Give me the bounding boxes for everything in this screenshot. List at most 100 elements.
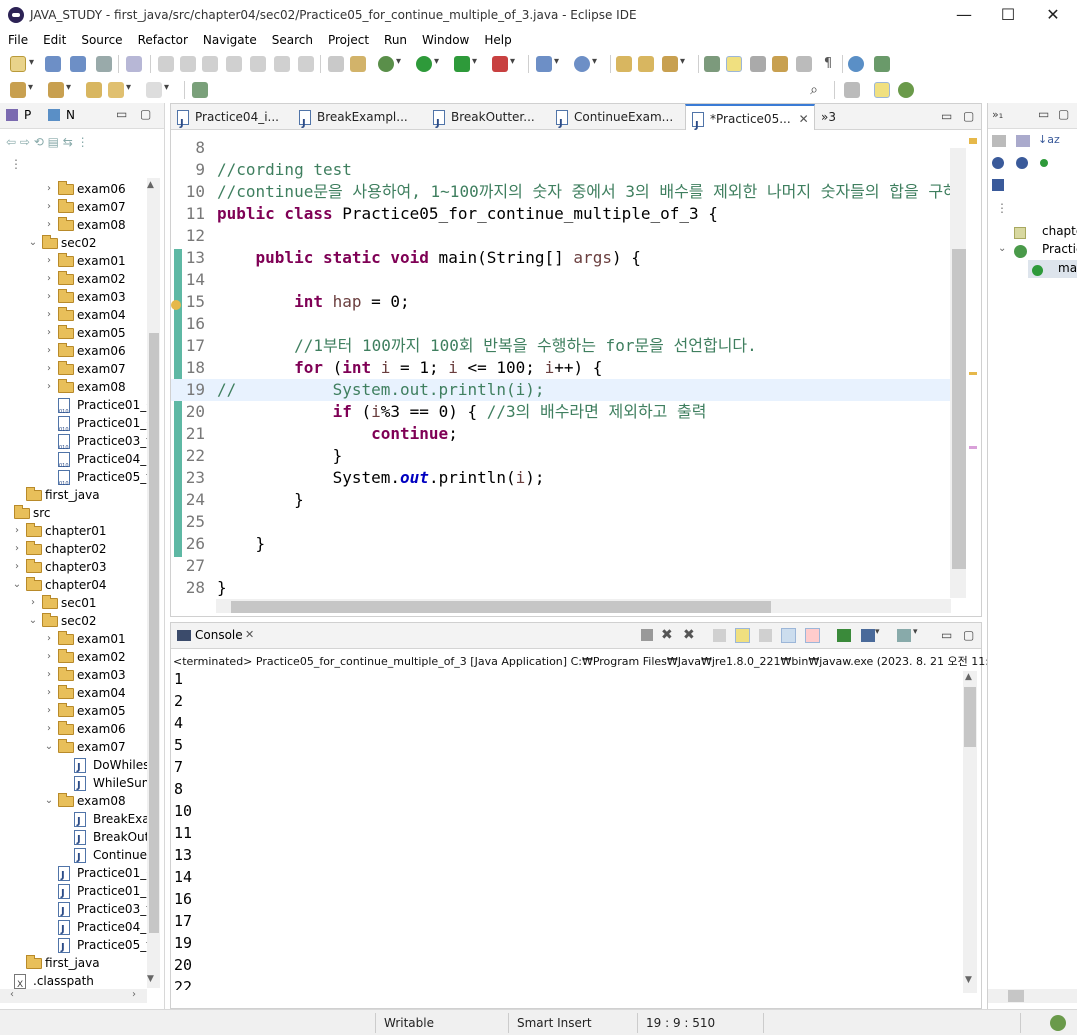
build-icon[interactable] [350, 56, 366, 72]
overview-warning-marker[interactable] [969, 372, 977, 375]
expand-right-icon[interactable]: › [44, 306, 54, 324]
maximize-view-icon[interactable]: ▢ [140, 107, 151, 121]
outline-minimize-icon[interactable]: ▭ [1038, 107, 1049, 121]
open-console-icon[interactable] [897, 629, 911, 642]
scroll-left-icon[interactable]: ‹ [10, 989, 14, 1000]
console-close-icon[interactable]: ✕ [245, 628, 254, 641]
editor-tab[interactable]: ContinueExam... [550, 104, 673, 137]
expand-right-icon[interactable]: › [44, 288, 54, 306]
block-selection-icon[interactable] [750, 56, 766, 72]
expand-down-icon[interactable]: ⌄ [28, 234, 38, 252]
external-tools-icon[interactable] [492, 56, 515, 72]
editor-tab[interactable]: BreakExampl... [293, 104, 411, 137]
tab-navigator[interactable]: N [66, 108, 75, 122]
editor-scroll-thumb[interactable] [952, 249, 966, 569]
expand-down-icon[interactable]: ⌄ [12, 576, 22, 594]
sort-icon[interactable]: ↓az [1038, 133, 1060, 146]
outline-horizontal-scrollbar[interactable] [988, 989, 1077, 1003]
code-line[interactable]: 16 [171, 313, 951, 335]
expand-right-icon[interactable]: › [44, 180, 54, 198]
outline-item-class[interactable]: Practic [1042, 242, 1077, 256]
back-icon[interactable] [108, 82, 131, 98]
menu-run[interactable]: Run [376, 31, 414, 47]
code-line[interactable]: 21 continue; [171, 423, 951, 445]
display-console-icon[interactable] [861, 629, 875, 642]
expand-right-icon[interactable]: › [44, 684, 54, 702]
code-line[interactable]: 17 //1부터 100까지 100회 반복을 수행하는 for문을 선언합니다… [171, 335, 951, 357]
open-type-icon[interactable] [616, 56, 632, 72]
notification-icon[interactable] [1050, 1015, 1066, 1031]
outline-item-package[interactable]: chapte [1042, 224, 1077, 238]
step-into-icon[interactable] [250, 56, 266, 72]
scroll-lock-icon[interactable] [735, 628, 750, 643]
debug-perspective-icon[interactable] [898, 82, 914, 98]
search-tools-icon[interactable] [662, 56, 685, 72]
code-line[interactable]: 24 } [171, 489, 951, 511]
open-perspective-icon[interactable] [844, 82, 860, 98]
run-icon[interactable] [416, 56, 439, 72]
expand-right-icon[interactable]: › [12, 558, 22, 576]
forward-icon[interactable] [146, 82, 169, 98]
word-wrap-icon[interactable] [772, 56, 788, 72]
menu-help[interactable]: Help [476, 31, 518, 47]
remove-all-launches-icon[interactable]: ✖ [683, 627, 695, 643]
minimize-button[interactable]: — [941, 2, 987, 28]
code-line[interactable]: 10 //continue문을 사용하여, 1~100까지의 숫자 중에서 3의 … [171, 181, 951, 203]
code-line[interactable]: 26 } [171, 533, 951, 555]
resume-icon[interactable] [158, 56, 174, 72]
code-line[interactable]: 11 public class Practice05_for_continue_m… [171, 203, 951, 225]
expand-right-icon[interactable]: › [44, 702, 54, 720]
open-task-icon[interactable] [638, 56, 654, 72]
overview-occurrence-marker[interactable] [969, 446, 977, 449]
word-wrap-console-icon[interactable] [759, 629, 772, 642]
editor-tab[interactable]: *Practice05... ✕ [685, 104, 815, 139]
skip-breakpoints-icon[interactable] [126, 56, 142, 72]
previous-annotation-icon[interactable] [48, 82, 71, 98]
expand-right-icon[interactable]: › [44, 666, 54, 684]
menu-search[interactable]: Search [264, 31, 320, 47]
show-whitespace-icon[interactable] [796, 56, 812, 72]
toggle-comment-icon[interactable] [328, 56, 344, 72]
menu-project[interactable]: Project [320, 31, 376, 47]
console-tab[interactable]: Console [195, 628, 243, 642]
console-scroll-thumb[interactable] [964, 687, 976, 747]
clear-console-icon[interactable] [713, 629, 726, 642]
menu-refactor[interactable]: Refactor [130, 31, 195, 47]
close-button[interactable]: ✕ [1030, 2, 1076, 28]
hide-non-public-icon[interactable] [1040, 159, 1048, 167]
outline-maximize-icon[interactable]: ▢ [1058, 107, 1069, 121]
editor-horizontal-thumb[interactable] [231, 601, 771, 613]
expand-right-icon[interactable]: › [44, 630, 54, 648]
editor-tab[interactable]: Practice04_i... [171, 104, 289, 137]
console-scroll-up-icon[interactable]: ▲ [965, 672, 972, 682]
menu-file[interactable]: File [0, 31, 35, 47]
expand-right-icon[interactable]: › [44, 252, 54, 270]
last-edit-location-icon[interactable] [86, 82, 102, 98]
outline-menu-icon[interactable]: ⋮ [996, 201, 1008, 215]
suspend-icon[interactable] [180, 56, 196, 72]
pin-console-icon[interactable] [837, 629, 851, 642]
show-on-error-icon[interactable] [805, 628, 820, 643]
code-area[interactable]: 8 9 //cording test 10 //continue문을 사용하여, 1~1… [171, 137, 951, 599]
expand-right-icon[interactable]: › [44, 378, 54, 396]
editor-tab[interactable]: BreakOutter... [427, 104, 545, 137]
tree-scroll-thumb[interactable] [149, 333, 159, 933]
editor-tabs-overflow[interactable]: »3 [817, 104, 836, 130]
outline-scroll-thumb[interactable] [1008, 990, 1024, 1002]
next-annotation-icon[interactable] [10, 82, 33, 98]
code-line[interactable]: 19 // System.out.println(i); [171, 379, 951, 401]
expand-right-icon[interactable]: › [28, 594, 38, 612]
console-minimize-icon[interactable]: ▭ [941, 628, 952, 642]
tree-horizontal-scrollbar[interactable] [0, 989, 147, 1003]
pin-editor-icon[interactable] [192, 82, 208, 98]
tab-package-explorer[interactable]: P [24, 108, 31, 122]
outline-twisty[interactable]: ⌄ [998, 243, 1006, 254]
code-line[interactable]: 20 if (i%3 == 0) { //3의 배수라면 제외하고 출력 [171, 401, 951, 423]
expand-right-icon[interactable]: › [12, 522, 22, 540]
code-line[interactable]: 13 public static void main(String[] args… [171, 247, 951, 269]
expand-right-icon[interactable]: › [44, 720, 54, 738]
web-browser-icon[interactable] [848, 56, 864, 72]
editor-maximize-icon[interactable]: ▢ [963, 109, 974, 123]
menu-source[interactable]: Source [73, 31, 129, 47]
expand-down-icon[interactable]: ⌄ [44, 738, 54, 756]
